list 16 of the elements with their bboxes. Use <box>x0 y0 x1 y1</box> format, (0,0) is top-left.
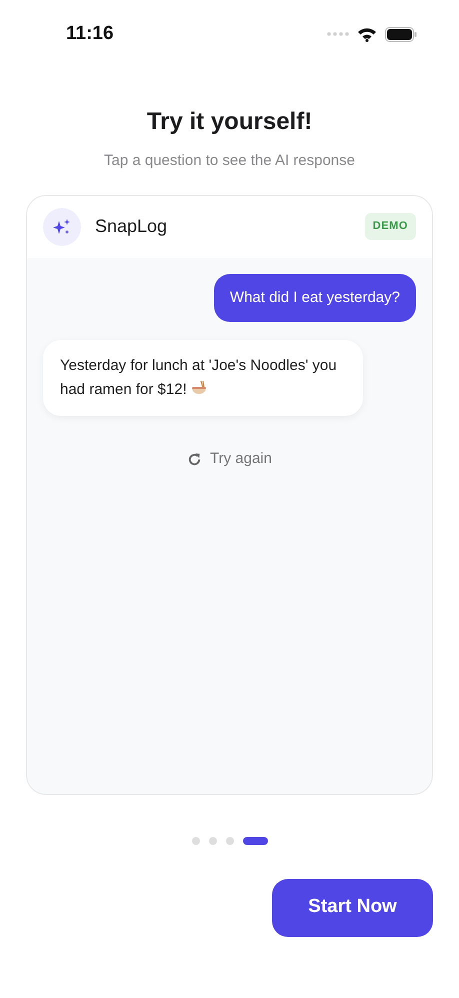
try-again-button[interactable]: Try again <box>183 444 276 474</box>
sparkle-icon <box>43 208 81 246</box>
signal-icon <box>327 32 349 36</box>
assistant-message: Yesterday for lunch at 'Joe's Noodles' you had ramen for $12! <box>43 340 363 416</box>
page-subtitle: Tap a question to see the AI response <box>102 151 356 171</box>
demo-badge: DEMO <box>364 213 416 240</box>
page-title: Try it yourself! <box>146 107 314 137</box>
status-time: 11:16 <box>66 22 114 46</box>
noodle-bowl-icon <box>190 380 207 396</box>
page-indicator[interactable] <box>242 836 268 844</box>
wifi-icon <box>357 26 377 42</box>
start-now-button[interactable]: Start Now <box>272 878 433 936</box>
battery-icon <box>385 26 417 42</box>
user-message: What did I eat yesterday? <box>214 274 416 322</box>
app-name: SnapLog <box>95 215 168 238</box>
refresh-icon <box>187 452 202 467</box>
